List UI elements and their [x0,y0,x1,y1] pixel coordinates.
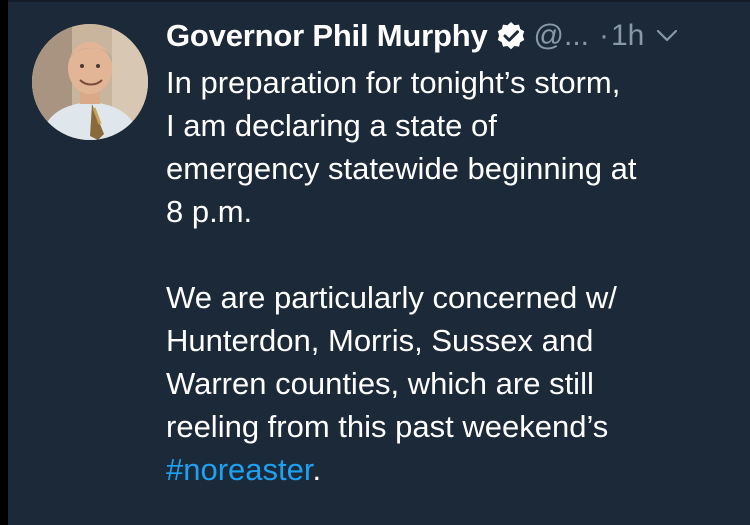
chevron-down-icon[interactable] [656,29,678,43]
tweet-line: In preparation for tonight’s storm, [166,65,621,100]
separator-dot: · [599,19,609,52]
tweet-line: We are particularly concerned w/ [166,280,617,315]
timestamp[interactable]: 1h [611,19,644,53]
author-handle[interactable]: @... [534,19,589,53]
tweet-line: 8 p.m. [166,194,253,229]
author-name[interactable]: Governor Phil Murphy [166,18,488,54]
tweet-header: Governor Phil Murphy @... · 1h [166,14,678,58]
avatar[interactable] [32,24,148,140]
tweet-line: Warren counties, which are still [166,366,594,401]
tweet-card[interactable]: Governor Phil Murphy @... · 1h In prepar… [8,0,750,525]
tweet-line: Hunterdon, Morris, Sussex and [166,323,594,358]
trailing-punctuation: . [312,452,322,487]
tweet-line: reeling from this past weekend’s [166,409,609,444]
tweet-text: In preparation for tonight’s storm, I am… [166,61,746,491]
verified-badge-icon [496,21,526,51]
profile-photo [32,24,148,140]
tweet-last-line: #noreaster. [166,448,746,491]
hashtag-link[interactable]: #noreaster [166,452,313,487]
tweet-line: emergency statewide beginning at [166,151,637,186]
tweet-line: I am declaring a state of [166,108,497,143]
